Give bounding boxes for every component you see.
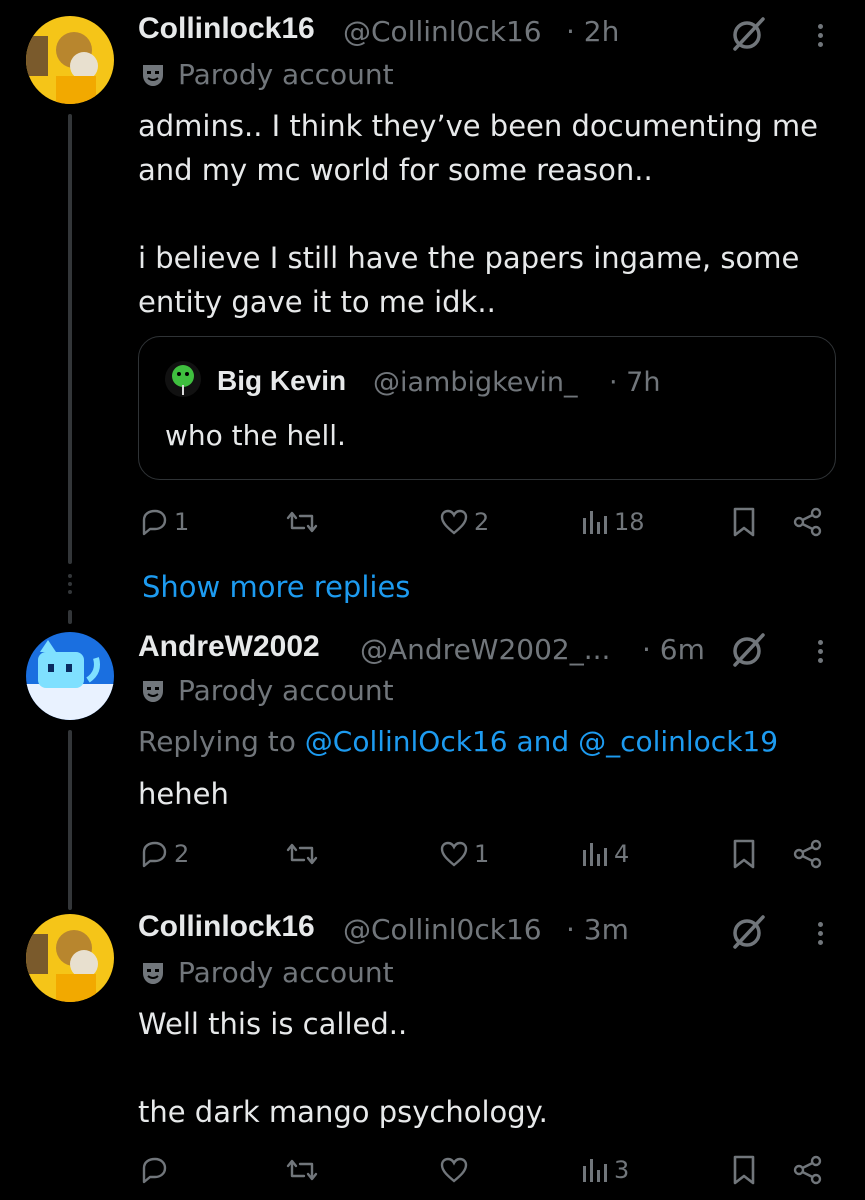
bookmark-icon[interactable] [730,506,758,538]
handle[interactable]: @Collinl0ck16 [343,15,542,48]
reply-count: 1 [174,508,190,536]
parody-mask-icon [143,680,163,702]
views-icon [583,843,607,866]
replying-prefix: Replying to [138,725,296,758]
tweet-text: heheh [138,777,229,811]
like-button[interactable] [438,1154,474,1186]
views-count: 4 [614,840,630,868]
repost-button[interactable] [284,506,324,538]
share-icon[interactable] [792,1154,824,1186]
like-icon [440,1157,468,1183]
quote-handle[interactable]: @iambigkevin_ [373,367,578,398]
share-icon[interactable] [792,838,824,870]
quoted-tweet[interactable]: Big Kevin @iambigkevin_ · 7h who the hel… [138,336,836,480]
thread-dots [68,574,72,594]
parody-text: Parody account [178,58,394,91]
timestamp[interactable]: · 3m [566,913,629,946]
repost-icon [286,511,318,533]
parody-mask-icon [143,64,163,86]
parody-mask-icon [143,962,163,984]
views-button[interactable]: 4 [580,838,629,870]
views-icon [583,1159,607,1182]
tweet-text: admins.. I think they’ve been documentin… [138,109,818,319]
handle[interactable]: @Collinl0ck16 [343,913,542,946]
replying-to: Replying to @CollinlOck16 and @_colinloc… [138,725,778,758]
more-icon[interactable] [818,636,824,667]
reply-count: 2 [174,840,190,868]
repost-button[interactable] [284,838,324,870]
avatar[interactable] [26,16,114,104]
thread-line [68,610,72,624]
parody-label: Parody account [140,58,394,91]
reply-icon [142,509,167,536]
views-icon [583,511,607,534]
like-button[interactable]: 1 [438,838,489,870]
tweet-text: Well this is called.. the dark mango psy… [138,1007,548,1129]
reply-icon [142,841,167,868]
share-icon[interactable] [792,506,824,538]
more-icon[interactable] [818,20,824,51]
like-icon [440,841,468,867]
like-count: 1 [474,840,490,868]
views-count: 18 [614,508,645,536]
grok-icon[interactable] [728,912,768,952]
views-count: 3 [614,1156,630,1184]
quote-text: who the hell. [165,419,346,452]
quote-display-name[interactable]: Big Kevin [217,365,346,397]
parody-label: Parody account [140,674,394,707]
bookmark-icon[interactable] [730,838,758,870]
reply-button[interactable] [138,1154,174,1186]
bookmark-icon[interactable] [730,1154,758,1186]
display-name[interactable]: Collinlock16 [138,12,315,46]
avatar[interactable] [26,632,114,720]
reply-icon [142,1157,167,1184]
handle[interactable]: @AndreW2002_... [360,633,610,666]
parody-text: Parody account [178,674,394,707]
reply-button[interactable]: 1 [138,506,189,538]
views-button[interactable]: 18 [580,506,645,538]
like-button[interactable]: 2 [438,506,489,538]
show-more-replies-link[interactable]: Show more replies [142,570,410,604]
views-button[interactable]: 3 [580,1154,629,1186]
quote-timestamp[interactable]: · 7h [609,367,660,398]
repost-icon [286,843,318,865]
repost-button[interactable] [284,1154,324,1186]
like-count: 2 [474,508,490,536]
repost-icon [286,1159,318,1181]
replying-to-links[interactable]: @CollinlOck16 and @_colinlock19 [305,725,778,758]
timestamp[interactable]: · 2h [566,15,619,48]
reply-button[interactable]: 2 [138,838,189,870]
quote-avatar[interactable] [165,361,201,397]
like-icon [440,509,468,535]
thread-line [68,730,72,910]
display-name[interactable]: Collinlock16 [138,910,315,944]
avatar[interactable] [26,914,114,1002]
parody-label: Parody account [140,956,394,989]
more-icon[interactable] [818,918,824,949]
display-name[interactable]: AndreW2002 [138,630,320,664]
grok-icon[interactable] [728,630,768,670]
timestamp[interactable]: · 6m [642,633,705,666]
grok-icon[interactable] [728,14,768,54]
thread-line [68,114,72,564]
parody-text: Parody account [178,956,394,989]
